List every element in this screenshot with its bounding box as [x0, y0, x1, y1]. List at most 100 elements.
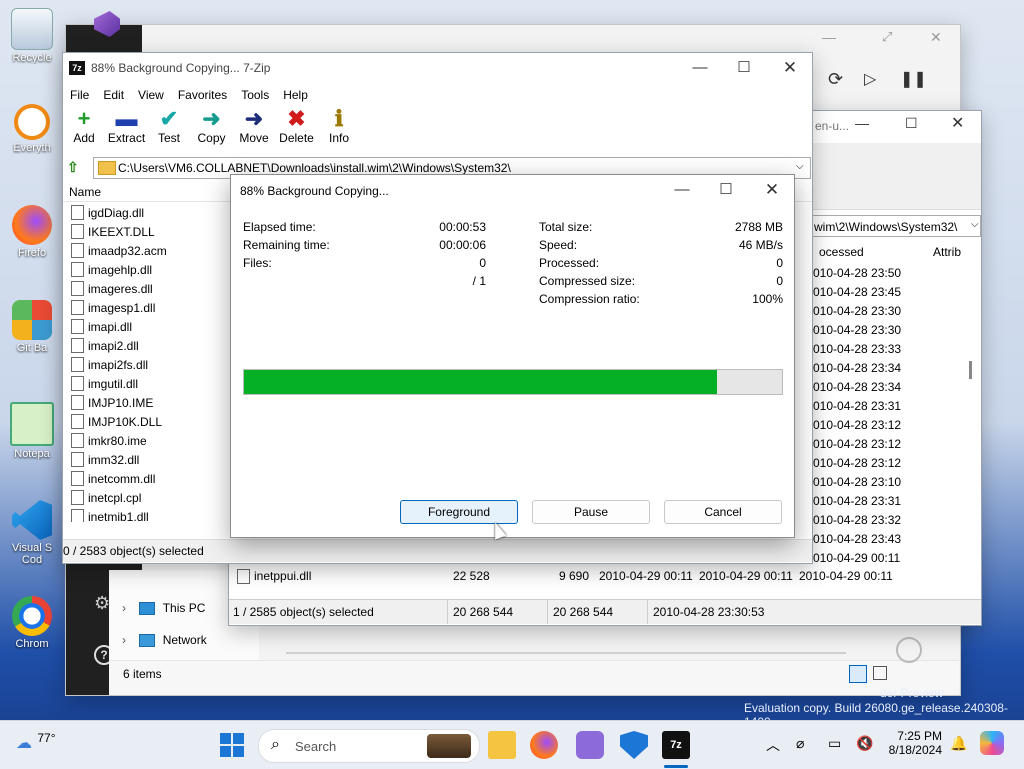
zip-bg-path-input[interactable]: wim\2\Windows\System32\	[795, 215, 981, 237]
notification-bell-icon[interactable]: 🔔	[950, 735, 967, 752]
file-row[interactable]: inetcpl.cpl	[63, 489, 231, 508]
file-name: inetcomm.dll	[88, 472, 156, 486]
toolbar-copy-button[interactable]: ➜ Copy	[191, 106, 233, 146]
notepad-taskbar-icon[interactable]	[576, 731, 604, 759]
explorer-restore-button[interactable]: ⤢	[882, 29, 892, 45]
toolbar-delete-button[interactable]: ✖ Delete	[276, 107, 318, 146]
minimize-button[interactable]: —	[677, 53, 723, 83]
7zip-taskbar-icon[interactable]: 7z	[662, 731, 690, 759]
start-button[interactable]	[220, 733, 244, 757]
zip-bg-minimize-button[interactable]: —	[855, 115, 869, 131]
watermark-line1: der Preview	[880, 686, 944, 700]
menu-edit[interactable]: Edit	[96, 85, 131, 105]
file-row[interactable]: imgutil.dll	[63, 375, 231, 394]
file-row[interactable]: imageres.dll	[63, 280, 231, 299]
up-folder-icon[interactable]: ⇧	[67, 159, 87, 177]
desktop-icon-vscode[interactable]: Visual S Cod	[6, 500, 58, 566]
column-header-attrib[interactable]: Attrib	[933, 245, 961, 259]
menu-tools[interactable]: Tools	[234, 85, 276, 105]
explorer-scrollbar[interactable]	[286, 652, 846, 654]
chevron-up-icon[interactable]: ︿	[766, 735, 780, 755]
desktop-icon-chrome[interactable]: Chrom	[6, 596, 58, 650]
tiles-view-icon[interactable]	[873, 666, 887, 680]
file-row[interactable]: IKEEXT.DLL	[63, 223, 231, 242]
desktop-icon-firefox[interactable]: Firefo	[6, 205, 58, 259]
taskbar-search[interactable]: ⌕ Search	[258, 729, 480, 763]
toolbar-label: Test	[157, 131, 180, 145]
7zip-app-icon: 7z	[69, 61, 85, 75]
pause-button[interactable]: Pause	[532, 500, 650, 524]
refresh-icon[interactable]: ⟳	[828, 69, 843, 90]
network-offline-icon[interactable]: ⌀	[796, 735, 804, 752]
status-packed-size: 20 268 544	[553, 605, 614, 619]
selection-status: 0 / 2583 object(s) selected	[63, 544, 204, 558]
menu-file[interactable]: File	[63, 85, 96, 105]
file-name: imgutil.dll	[88, 377, 139, 391]
file-icon	[71, 414, 84, 430]
chevron-down-icon[interactable]: ⌵	[796, 161, 804, 172]
desktop-icon-git-bash[interactable]: Git Ba	[6, 300, 58, 354]
file-row[interactable]: imapi.dll	[63, 318, 231, 337]
file-row[interactable]: imagesp1.dll	[63, 299, 231, 318]
explorer-minimize-button[interactable]: —	[822, 29, 836, 45]
processed-date: 010-04-28 23:43	[813, 532, 902, 546]
file-name: imagehlp.dll	[88, 263, 153, 277]
play-icon[interactable]: ▷	[864, 69, 876, 89]
copy-icon: ➜	[202, 106, 221, 131]
file-row[interactable]: IMJP10.IME	[63, 394, 231, 413]
zip-bg-scrollbar-thumb[interactable]	[969, 361, 972, 379]
zip-bg-maximize-button[interactable]: ☐	[905, 115, 918, 132]
clock[interactable]: 7:25 PM 8/18/2024	[884, 729, 942, 757]
file-row[interactable]: imapi2fs.dll	[63, 356, 231, 375]
toolbar-test-button[interactable]: ✔ Test	[148, 107, 190, 146]
toolbar-add-button[interactable]: + Add	[63, 107, 105, 146]
zip-title-bar: 7z 88% Background Copying... 7-Zip — ☐ ✕	[63, 53, 812, 83]
dialog-close-button[interactable]: ✕	[749, 175, 795, 205]
files-total-value: / 1	[472, 274, 486, 288]
desktop-icon-everything[interactable]: Everyth	[6, 104, 58, 154]
file-row[interactable]: imapi2.dll	[63, 337, 231, 356]
column-header-name[interactable]: Name	[69, 185, 101, 199]
zip-bg-close-button[interactable]: ✕	[951, 113, 964, 133]
file-row[interactable]: inetmib1.dll	[63, 508, 231, 522]
close-button[interactable]: ✕	[767, 53, 813, 83]
volume-muted-icon[interactable]: 🔇	[856, 735, 873, 752]
dialog-maximize-button[interactable]: ☐	[703, 175, 749, 205]
file-explorer-taskbar-icon[interactable]	[488, 731, 516, 759]
firefox-taskbar-icon[interactable]	[530, 731, 558, 759]
processed-date: 010-04-28 23:31	[813, 494, 902, 508]
pause-icon[interactable]: ❚❚	[900, 69, 927, 89]
details-view-icon[interactable]	[849, 665, 867, 683]
chevron-down-icon[interactable]: ⌵	[971, 219, 979, 230]
security-shield-taskbar-icon[interactable]	[620, 731, 648, 759]
nav-item-network[interactable]: › Network	[122, 633, 207, 648]
file-row[interactable]: imm32.dll	[63, 451, 231, 470]
toolbar-extract-button[interactable]: ▬ Extract	[106, 107, 148, 146]
file-row[interactable]: IMJP10K.DLL	[63, 413, 231, 432]
column-header-processed[interactable]: ocessed	[819, 245, 864, 259]
settings-sliders-icon[interactable]: ⚙	[94, 593, 110, 614]
file-row[interactable]: imkr80.ime	[63, 432, 231, 451]
maximize-button[interactable]: ☐	[721, 53, 767, 83]
menu-help[interactable]: Help	[276, 85, 315, 105]
file-row[interactable]: igdDiag.dll	[63, 204, 231, 223]
toolbar-info-button[interactable]: ℹ Info	[318, 107, 360, 146]
explorer-close-button[interactable]: ✕	[930, 29, 942, 46]
weather-widget[interactable]: ☁ 77°	[16, 731, 56, 752]
desktop-icon-notepad[interactable]: Notepa	[6, 402, 58, 460]
toolbar-label: Add	[73, 131, 95, 145]
copilot-icon[interactable]	[980, 731, 1004, 755]
toolbar-move-button[interactable]: ➜ Move	[233, 107, 275, 146]
menu-view[interactable]: View	[131, 85, 171, 105]
nav-item-this-pc[interactable]: › This PC	[122, 601, 205, 616]
desktop-icon-recycle-bin[interactable]: Recycle	[6, 8, 58, 64]
menu-favorites[interactable]: Favorites	[171, 85, 234, 105]
file-row[interactable]: imagehlp.dll	[63, 261, 231, 280]
cancel-button[interactable]: Cancel	[664, 500, 782, 524]
file-row[interactable]: imaadp32.acm	[63, 242, 231, 261]
dialog-minimize-button[interactable]: —	[659, 175, 705, 205]
progress-dialog: 88% Background Copying... — ☐ ✕ Elapsed …	[230, 174, 795, 538]
display-icon[interactable]: ▭	[828, 735, 841, 752]
file-row[interactable]: inetcomm.dll	[63, 470, 231, 489]
file-name: imapi2.dll	[88, 339, 139, 353]
